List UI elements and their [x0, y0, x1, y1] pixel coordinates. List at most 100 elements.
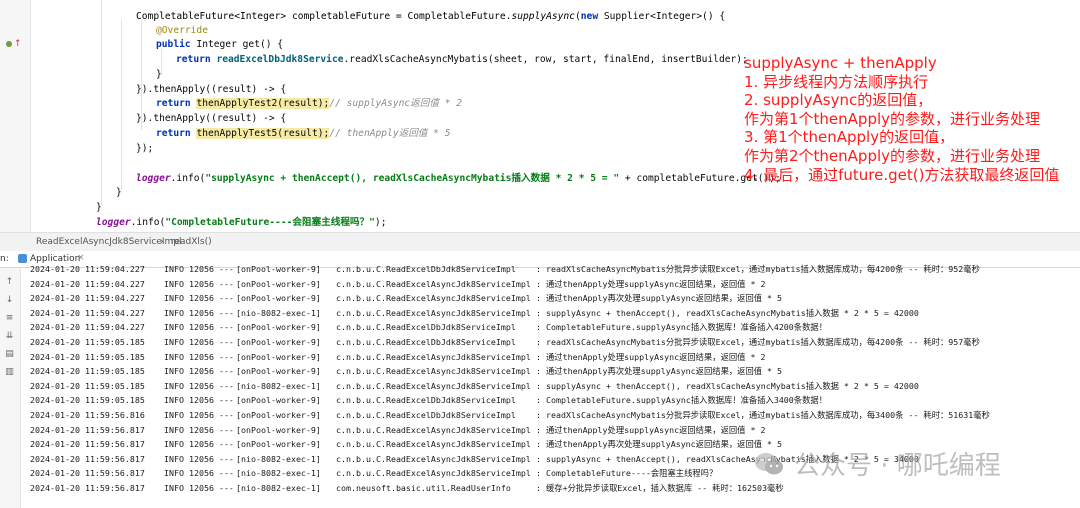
log-message: : 缓存+分批异步读取Excel，插入数据库 -- 耗时：162503毫秒	[536, 483, 784, 493]
log-logger: c.n.b.u.C.ReadExcelAsyncJdk8ServiceImpl	[336, 351, 531, 362]
log-message: : 通过thenApply再次处理supplyAsync返回结果，返回值 * 5	[536, 439, 783, 450]
code-line: logger.info("supplyAsync + thenAccept(),…	[136, 173, 781, 184]
log-level: INFO 12056 ---	[164, 366, 234, 377]
annotation-line: 4. 最后，通过future.get()方法获取最终返回值	[744, 165, 1060, 184]
log-level: INFO 12056 ---	[164, 410, 234, 420]
log-message: : 通过thenApply处理supplyAsync返回结果，返回值 * 2	[536, 351, 766, 362]
code-line: });	[136, 143, 154, 154]
log-level: INFO 12056 ---	[164, 293, 234, 304]
log-thread: [nio-8082-exec-1]	[236, 307, 321, 318]
code-line: }).thenApply((result) -> {	[136, 84, 287, 95]
log-thread: [nio-8082-exec-1]	[236, 380, 321, 391]
run-label: n:	[0, 254, 9, 264]
scroll-down-icon[interactable]: ↓	[4, 296, 15, 305]
log-timestamp: 2024-01-20 11:59:56.816	[30, 410, 145, 420]
log-message: : supplyAsync + thenAccept(), readXlsCac…	[536, 380, 919, 391]
code-line: }	[96, 202, 102, 213]
annotation-line: 1. 异步线程内方法顺序执行	[744, 72, 929, 91]
code-line: return thenApplyTest2(result);// supplyA…	[156, 98, 463, 109]
log-level: INFO 12056 ---	[164, 380, 234, 391]
breadcrumb-separator: ›	[160, 237, 164, 247]
log-timestamp: 2024-01-20 11:59:04.227	[30, 264, 145, 274]
code-line: }).thenApply((result) -> {	[136, 113, 287, 124]
log-logger: c.n.b.u.C.ReadExcelDbJdk8ServiceImpl	[336, 410, 516, 420]
editor-gutter[interactable]: ↑	[0, 0, 31, 232]
annotation-line: 作为第1个thenApply的参数，进行业务处理	[744, 109, 1041, 128]
log-timestamp: 2024-01-20 11:59:56.817	[30, 424, 145, 435]
code-line: @Override	[156, 25, 208, 36]
log-logger: com.neusoft.basic.util.ReadUserInfo	[336, 483, 511, 493]
log-timestamp: 2024-01-20 11:59:56.817	[30, 468, 145, 479]
log-timestamp: 2024-01-20 11:59:05.185	[30, 337, 145, 347]
log-logger: c.n.b.u.C.ReadExcelAsyncJdk8ServiceImpl	[336, 380, 531, 391]
code-editor[interactable]: ↑ CompletableFuture<Integer> completable…	[0, 0, 1080, 232]
indent-guide	[121, 20, 122, 190]
log-message: : readXlsCacheAsyncMybatis分批异步读取Excel，通过…	[536, 410, 990, 420]
log-thread: [onPool-worker-9]	[236, 395, 321, 406]
log-logger: c.n.b.u.C.ReadExcelDbJdk8ServiceImpl	[336, 322, 516, 333]
log-logger: c.n.b.u.C.ReadExcelAsyncJdk8ServiceImpl	[336, 307, 531, 318]
log-thread: [onPool-worker-9]	[236, 351, 321, 362]
print-icon[interactable]: ▤	[4, 350, 15, 359]
override-marker-icon[interactable]: ↑	[6, 38, 22, 50]
annotation-note: supplyAsync + thenApply 1. 异步线程内方法顺序执行 2…	[744, 54, 1059, 184]
log-logger: c.n.b.u.C.ReadExcelAsyncJdk8ServiceImpl	[336, 424, 531, 435]
code-line: }	[116, 187, 122, 198]
code-line: public Integer get() {	[156, 39, 284, 50]
scroll-to-end-icon[interactable]: ⇊	[4, 332, 15, 341]
log-level: INFO 12056 ---	[164, 453, 234, 464]
log-message: : CompletableFuture.supplyAsync插入数据库！准备插…	[536, 322, 827, 333]
annotation-line: 2. supplyAsync的返回值，	[744, 91, 933, 110]
log-timestamp: 2024-01-20 11:59:05.185	[30, 395, 145, 406]
log-timestamp: 2024-01-20 11:59:04.227	[30, 322, 145, 333]
watermark-text: 公众号 · 哪吒编程	[794, 451, 1001, 481]
log-level: INFO 12056 ---	[164, 424, 234, 435]
log-timestamp: 2024-01-20 11:59:05.185	[30, 351, 145, 362]
breadcrumb-method[interactable]: readXls()	[171, 237, 212, 247]
log-timestamp: 2024-01-20 11:59:04.227	[30, 293, 145, 304]
log-thread: [onPool-worker-9]	[236, 337, 321, 347]
log-level: INFO 12056 ---	[164, 439, 234, 450]
watermark: 公众号 · 哪吒编程	[754, 445, 1074, 485]
log-timestamp: 2024-01-20 11:59:56.817	[30, 453, 145, 464]
log-message: : CompletableFuture.supplyAsync插入数据库！准备插…	[536, 395, 827, 406]
log-level: INFO 12056 ---	[164, 322, 234, 333]
log-logger: c.n.b.u.C.ReadExcelAsyncJdk8ServiceImpl	[336, 453, 531, 464]
breadcrumb: ReadExcelAsyncJdk8ServiceImpl › readXls(…	[0, 232, 1080, 252]
log-thread: [onPool-worker-9]	[236, 366, 321, 377]
code-line: logger.info("CompletableFuture----会阻塞主线程…	[96, 217, 387, 228]
log-logger: c.n.b.u.C.ReadExcelAsyncJdk8ServiceImpl	[336, 278, 531, 289]
log-message: : CompletableFuture----会阻塞主线程吗？	[536, 468, 718, 479]
log-thread: [onPool-worker-9]	[236, 322, 321, 333]
log-message: : readXlsCacheAsyncMybatis分批异步读取Excel，通过…	[536, 337, 980, 347]
clear-all-icon[interactable]: ▥	[4, 368, 15, 377]
log-message: : 通过thenApply处理supplyAsync返回结果，返回值 * 2	[536, 424, 766, 435]
annotation-line: supplyAsync + thenApply	[744, 54, 937, 72]
log-logger: c.n.b.u.C.ReadExcelAsyncJdk8ServiceImpl	[336, 366, 531, 377]
code-line: return readExcelDbJdk8Service.readXlsCac…	[176, 54, 748, 65]
log-logger: c.n.b.u.C.ReadExcelDbJdk8ServiceImpl	[336, 264, 516, 274]
log-level: INFO 12056 ---	[164, 395, 234, 406]
annotation-line: 作为第2个thenApply的参数，进行业务处理	[744, 146, 1041, 165]
log-message: : supplyAsync + thenAccept(), readXlsCac…	[536, 307, 919, 318]
log-thread: [onPool-worker-9]	[236, 410, 321, 420]
log-timestamp: 2024-01-20 11:59:56.817	[30, 483, 145, 493]
log-thread: [onPool-worker-9]	[236, 264, 321, 274]
log-level: INFO 12056 ---	[164, 468, 234, 479]
log-thread: [onPool-worker-9]	[236, 293, 321, 304]
log-logger: c.n.b.u.C.ReadExcelAsyncJdk8ServiceImpl	[336, 293, 531, 304]
log-timestamp: 2024-01-20 11:59:05.185	[30, 380, 145, 391]
code-line: CompletableFuture<Integer> completableFu…	[136, 11, 726, 22]
log-logger: c.n.b.u.C.ReadExcelAsyncJdk8ServiceImpl	[336, 439, 531, 450]
soft-wrap-icon[interactable]: ≡	[4, 314, 15, 323]
log-level: INFO 12056 ---	[164, 337, 234, 347]
code-line: }	[156, 69, 162, 80]
log-thread: [onPool-worker-9]	[236, 278, 321, 289]
log-level: INFO 12056 ---	[164, 278, 234, 289]
log-logger: c.n.b.u.C.ReadExcelDbJdk8ServiceImpl	[336, 395, 516, 406]
scroll-up-icon[interactable]: ↑	[4, 278, 15, 287]
log-level: INFO 12056 ---	[164, 264, 234, 274]
log-thread: [nio-8082-exec-1]	[236, 483, 321, 493]
log-timestamp: 2024-01-20 11:59:56.817	[30, 439, 145, 450]
log-level: INFO 12056 ---	[164, 351, 234, 362]
